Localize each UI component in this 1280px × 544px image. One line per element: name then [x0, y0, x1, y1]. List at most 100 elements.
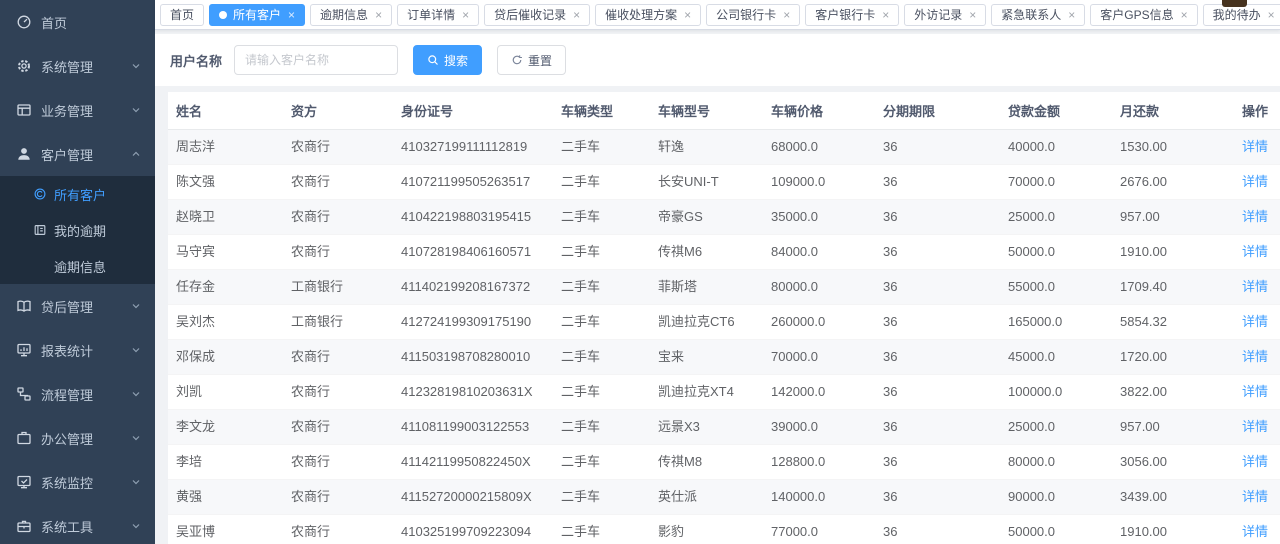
- table-cell: 957.00: [1112, 410, 1234, 445]
- table-cell: 马守宾: [168, 235, 283, 270]
- tab-label: 客户GPS信息: [1100, 6, 1173, 23]
- sidebar-item-post-loan-mgmt[interactable]: 贷后管理: [0, 284, 155, 328]
- allcustomer-icon: [33, 187, 47, 201]
- table-cell: 二手车: [553, 445, 650, 480]
- tab[interactable]: 逾期信息×: [310, 4, 392, 26]
- sidebar-item-label: 我的逾期: [54, 221, 106, 240]
- table-cell: 农商行: [283, 165, 393, 200]
- table-cell: 77000.0: [763, 515, 875, 544]
- detail-link[interactable]: 详情: [1242, 349, 1268, 364]
- sidebar: 首页系统管理业务管理客户管理所有客户我的逾期逾期信息贷后管理报表统计流程管理办公…: [0, 0, 155, 544]
- sidebar-item-customer-mgmt[interactable]: 客户管理: [0, 132, 155, 176]
- sidebar-item-label: 流程管理: [41, 385, 130, 404]
- tab-close-icon[interactable]: ×: [684, 9, 691, 21]
- customer-table: 姓名资方身份证号车辆类型车辆型号车辆价格分期期限贷款金额月还款操作 周志洋农商行…: [168, 92, 1280, 544]
- customer-name-input[interactable]: [234, 45, 398, 75]
- submenu-customer-mgmt: 所有客户我的逾期逾期信息: [0, 176, 155, 284]
- tab[interactable]: 首页: [160, 4, 204, 26]
- table-cell: 1530.00: [1112, 130, 1234, 165]
- tab-label: 所有客户: [233, 6, 281, 23]
- sidebar-item-label: 业务管理: [41, 101, 130, 120]
- table-cell: 45000.0: [1000, 340, 1112, 375]
- table-row: 马守宾农商行410728198406160571二手车传祺M684000.036…: [168, 235, 1280, 270]
- table-cell: 410728198406160571: [393, 235, 553, 270]
- table-cell: 二手车: [553, 270, 650, 305]
- monitor-icon: [16, 474, 32, 490]
- table-cell: 411081199003122553: [393, 410, 553, 445]
- detail-link[interactable]: 详情: [1242, 174, 1268, 189]
- detail-link[interactable]: 详情: [1242, 139, 1268, 154]
- table-cell: 详情: [1234, 130, 1280, 165]
- table-cell: 36: [875, 515, 1000, 544]
- table-cell: 36: [875, 305, 1000, 340]
- detail-link[interactable]: 详情: [1242, 279, 1268, 294]
- tab[interactable]: 公司银行卡×: [706, 4, 800, 26]
- search-button[interactable]: 搜索: [413, 45, 482, 75]
- detail-link[interactable]: 详情: [1242, 384, 1268, 399]
- table-column-header: 资方: [283, 92, 393, 130]
- detail-link[interactable]: 详情: [1242, 244, 1268, 259]
- tab-close-icon[interactable]: ×: [1268, 9, 1275, 21]
- detail-link[interactable]: 详情: [1242, 419, 1268, 434]
- sidebar-item-process-mgmt[interactable]: 流程管理: [0, 372, 155, 416]
- tab-close-icon[interactable]: ×: [375, 9, 382, 21]
- reset-button[interactable]: 重置: [497, 45, 566, 75]
- table-cell: 详情: [1234, 305, 1280, 340]
- sidebar-item-system-tools[interactable]: 系统工具: [0, 504, 155, 544]
- sidebar-item-label: 办公管理: [41, 429, 130, 448]
- tab[interactable]: 催收处理方案×: [595, 4, 701, 26]
- detail-link[interactable]: 详情: [1242, 524, 1268, 539]
- table-cell: 凯迪拉克CT6: [650, 305, 763, 340]
- sidebar-item-system-mgmt[interactable]: 系统管理: [0, 44, 155, 88]
- sidebar-item-all-customers[interactable]: 所有客户: [0, 176, 155, 212]
- tab-close-icon[interactable]: ×: [573, 9, 580, 21]
- sidebar-item-business-mgmt[interactable]: 业务管理: [0, 88, 155, 132]
- table-cell: 412724199309175190: [393, 305, 553, 340]
- table-cell: 二手车: [553, 200, 650, 235]
- search-button-label: 搜索: [444, 52, 468, 69]
- chevron-down-icon: [130, 388, 142, 400]
- table-cell: 142000.0: [763, 375, 875, 410]
- table-cell: 36: [875, 445, 1000, 480]
- tab[interactable]: 客户银行卡×: [805, 4, 899, 26]
- tab-label: 订单详情: [407, 6, 455, 23]
- sidebar-item-my-overdue[interactable]: 我的逾期: [0, 212, 155, 248]
- tab[interactable]: 所有客户 ×: [209, 4, 305, 26]
- tab-close-icon[interactable]: ×: [462, 9, 469, 21]
- tab-close-icon[interactable]: ×: [1181, 9, 1188, 21]
- table-cell: 工商银行: [283, 270, 393, 305]
- tab-close-icon[interactable]: ×: [882, 9, 889, 21]
- sidebar-item-overdue-info[interactable]: 逾期信息: [0, 248, 155, 284]
- tab-close-icon[interactable]: ×: [783, 9, 790, 21]
- tab-close-icon[interactable]: ×: [969, 9, 976, 21]
- table-cell: 详情: [1234, 200, 1280, 235]
- table-column-header: 操作: [1234, 92, 1280, 130]
- tab[interactable]: 贷后催收记录×: [484, 4, 590, 26]
- table-cell: 41142119950822450X: [393, 445, 553, 480]
- tab-close-icon[interactable]: ×: [288, 9, 295, 21]
- dashboard-icon: [16, 14, 32, 30]
- table-cell: 详情: [1234, 480, 1280, 515]
- tab[interactable]: 外访记录×: [904, 4, 986, 26]
- business-icon: [16, 102, 32, 118]
- sidebar-item-system-monitor[interactable]: 系统监控: [0, 460, 155, 504]
- detail-link[interactable]: 详情: [1242, 209, 1268, 224]
- table-cell: 50000.0: [1000, 235, 1112, 270]
- chevron-down-icon: [130, 60, 142, 72]
- sidebar-item-label: 逾期信息: [54, 257, 106, 276]
- detail-link[interactable]: 详情: [1242, 489, 1268, 504]
- sidebar-item-report-stats[interactable]: 报表统计: [0, 328, 155, 372]
- detail-link[interactable]: 详情: [1242, 454, 1268, 469]
- tab[interactable]: 订单详情 ×: [397, 4, 479, 26]
- table-row: 刘凯农商行41232819810203631X二手车凯迪拉克XT4142000.…: [168, 375, 1280, 410]
- table-cell: 详情: [1234, 270, 1280, 305]
- avatar[interactable]: [1222, 0, 1247, 7]
- tab-close-icon[interactable]: ×: [1068, 9, 1075, 21]
- tab[interactable]: 紧急联系人×: [991, 4, 1085, 26]
- table-column-header: 车辆类型: [553, 92, 650, 130]
- tab[interactable]: 客户GPS信息 ×: [1090, 4, 1197, 26]
- sidebar-item-office-mgmt[interactable]: 办公管理: [0, 416, 155, 460]
- table-cell: 传祺M6: [650, 235, 763, 270]
- detail-link[interactable]: 详情: [1242, 314, 1268, 329]
- sidebar-item-home[interactable]: 首页: [0, 0, 155, 44]
